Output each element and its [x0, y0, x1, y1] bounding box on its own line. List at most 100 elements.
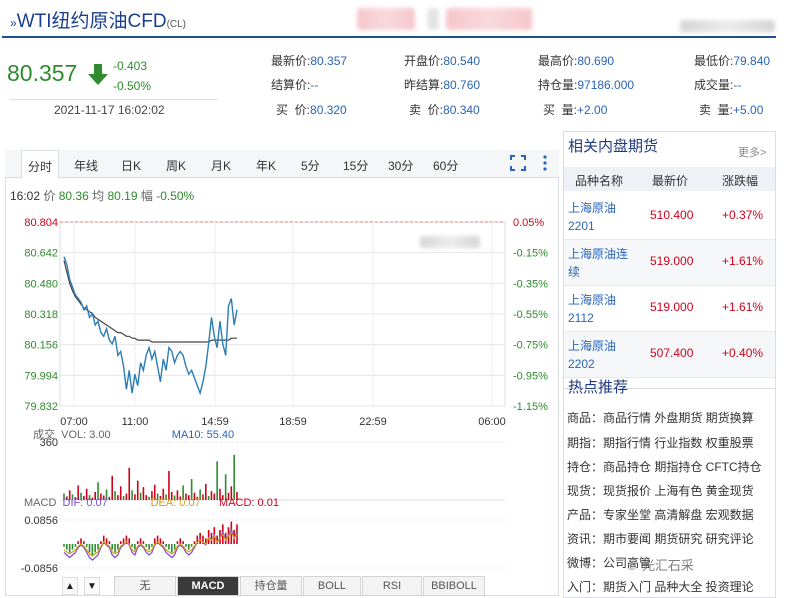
hot-row[interactable]: 入门：期货入门 品种大全 投资理论	[567, 578, 754, 595]
more-link[interactable]: 更多>	[738, 144, 766, 160]
quote-high: 最高价:80.690	[538, 54, 615, 68]
hot-title: 热点推荐	[568, 379, 629, 396]
change-percent: -0.50%	[113, 79, 152, 93]
macd-bars: 0.0856 -0.0856	[21, 515, 505, 575]
intraday-chart[interactable]: 80.804 80.642 80.480 80.318 80.156 79.994 79.8…	[5, 150, 559, 596]
scroll-up-button[interactable]: ▲	[62, 577, 78, 595]
volume-bar	[168, 471, 170, 500]
related-row-name[interactable]: 上海原油2201	[568, 199, 638, 235]
y-tick-label: 80.156	[24, 340, 58, 352]
macd-bar	[176, 541, 179, 544]
indicator-tab-boll[interactable]: BOLL	[303, 576, 361, 596]
average-price-line	[63, 260, 237, 343]
macd-bar	[168, 544, 170, 550]
hot-row[interactable]: 商品：商品行情 外盘期货 期货换算	[567, 409, 754, 426]
macd-bar	[170, 544, 173, 553]
indicator-tab-oi[interactable]: 持仓量	[240, 576, 302, 596]
double-chevron-icon: »	[10, 16, 17, 30]
hot-row[interactable]: 现货：现货报价 上海有色 黄金现货	[567, 482, 754, 499]
hot-row[interactable]: 产品：专家坐堂 高清解盘 宏观数据	[567, 506, 754, 523]
y-right-tick-label: -0.75%	[513, 340, 548, 352]
macd-bar	[182, 541, 184, 544]
price-line	[63, 256, 238, 396]
related-row-change: +0.37%	[722, 208, 764, 222]
column-change: 涨跌幅	[722, 174, 759, 188]
hot-row[interactable]: 期指：期指行情 行业指数 权重股票	[567, 434, 754, 451]
related-row-change: +1.61%	[722, 254, 764, 268]
y-tick-label: 79.994	[24, 370, 58, 382]
macd-bar	[114, 544, 116, 553]
related-row[interactable]: 上海原油2112 519.000 +1.61%	[564, 286, 775, 332]
volume-bars: 360	[40, 437, 505, 501]
redacted-block	[446, 8, 532, 30]
redacted-block	[428, 8, 438, 30]
watermark: ☺ 光汇石采	[625, 558, 694, 573]
y-tick-label: 80.480	[24, 278, 58, 290]
related-row[interactable]: 上海原油2201 510.400 +0.37%	[564, 194, 775, 240]
macd-bar	[173, 544, 176, 550]
macd-bar	[187, 544, 190, 550]
macd-bar	[88, 544, 91, 553]
macd-bar	[85, 544, 88, 547]
macd-bar	[134, 544, 136, 550]
macd-bar	[91, 544, 94, 556]
current-price: 80.357	[7, 60, 78, 86]
macd-bar	[68, 544, 71, 553]
volume-bar	[216, 461, 218, 500]
y-right-tick-label: -1.15%	[513, 401, 548, 413]
related-row-price: 519.000	[650, 300, 694, 314]
hot-row[interactable]: 持仓：商品持仓 期指持仓 CFTC持仓	[567, 458, 762, 475]
quote-open-interest: 持仓量:97186.000	[538, 78, 635, 92]
macd-bar	[165, 544, 167, 547]
percent-axis: 0.05% -0.15% -0.35% -0.55% -0.75% -0.95% -1.15…	[513, 217, 548, 413]
indicator-tab-rsi[interactable]: RSI	[362, 576, 422, 596]
related-row-name[interactable]: 上海原油连续	[568, 245, 638, 281]
related-row-price: 519.000	[650, 254, 694, 268]
indicator-tab-bbiboll[interactable]: BBIBOLL	[423, 576, 485, 596]
y-right-tick-label: 0.05%	[513, 217, 544, 229]
instrument-code: (CL)	[166, 19, 187, 30]
column-name: 品种名称	[575, 174, 624, 188]
related-row-name[interactable]: 上海原油2112	[568, 291, 638, 327]
x-tick-label: 18:59	[279, 416, 307, 428]
price-axis: 80.804 80.642 80.480 80.318 80.156 79.994 79.8…	[24, 217, 58, 413]
related-futures-title: 相关内盘期货	[568, 138, 659, 155]
y-tick-label: 80.804	[24, 217, 58, 229]
macd-bar	[131, 544, 133, 547]
related-row-price: 510.400	[650, 208, 694, 222]
hot-row[interactable]: 资讯：期市要闻 期货研究 研究评论	[567, 530, 754, 547]
column-price: 最新价	[652, 174, 689, 188]
macd-bar	[136, 541, 139, 544]
redacted-block	[357, 8, 415, 30]
macd-bar	[97, 544, 99, 550]
related-row-change: +0.40%	[722, 346, 764, 360]
chart-grid	[59, 221, 506, 407]
macd-bar	[179, 538, 182, 544]
y-tick-label: -0.0856	[21, 563, 58, 575]
macd-bar	[193, 541, 196, 544]
volume-bar	[233, 454, 235, 500]
quote-ask: 卖 价:80.340	[409, 103, 480, 117]
macd-bar	[162, 541, 165, 544]
quote-low: 最低价:79.840	[694, 54, 771, 68]
indicator-tab-none[interactable]: 无	[114, 576, 176, 596]
macd-bar	[185, 544, 187, 547]
indicator-tab-macd[interactable]: MACD	[177, 576, 239, 596]
quote-settle: 结算价:--	[271, 78, 319, 92]
redacted-block	[420, 236, 480, 248]
change-value: -0.403	[113, 59, 148, 73]
timestamp: 2021-11-17 16:02:02	[54, 103, 165, 117]
y-tick-label: 79.832	[24, 401, 58, 413]
macd-bar	[71, 544, 74, 550]
x-tick-label: 22:59	[359, 416, 387, 428]
volume-bar	[128, 467, 131, 500]
related-row-change: +1.61%	[722, 300, 764, 314]
page-title: »WTI纽约原油CFD(CL)	[10, 11, 187, 32]
macd-legend: MACD DIF: 0.07 DEA: 0.07 MACD: 0.01	[24, 497, 279, 509]
scroll-down-button[interactable]: ▼	[84, 577, 100, 595]
y-tick-label: 80.642	[24, 248, 58, 260]
macd-bar	[108, 541, 111, 544]
related-row[interactable]: 上海原油连续 519.000 +1.61%	[564, 240, 775, 286]
macd-bar	[94, 544, 96, 553]
related-row-name[interactable]: 上海原油2202	[568, 337, 638, 373]
